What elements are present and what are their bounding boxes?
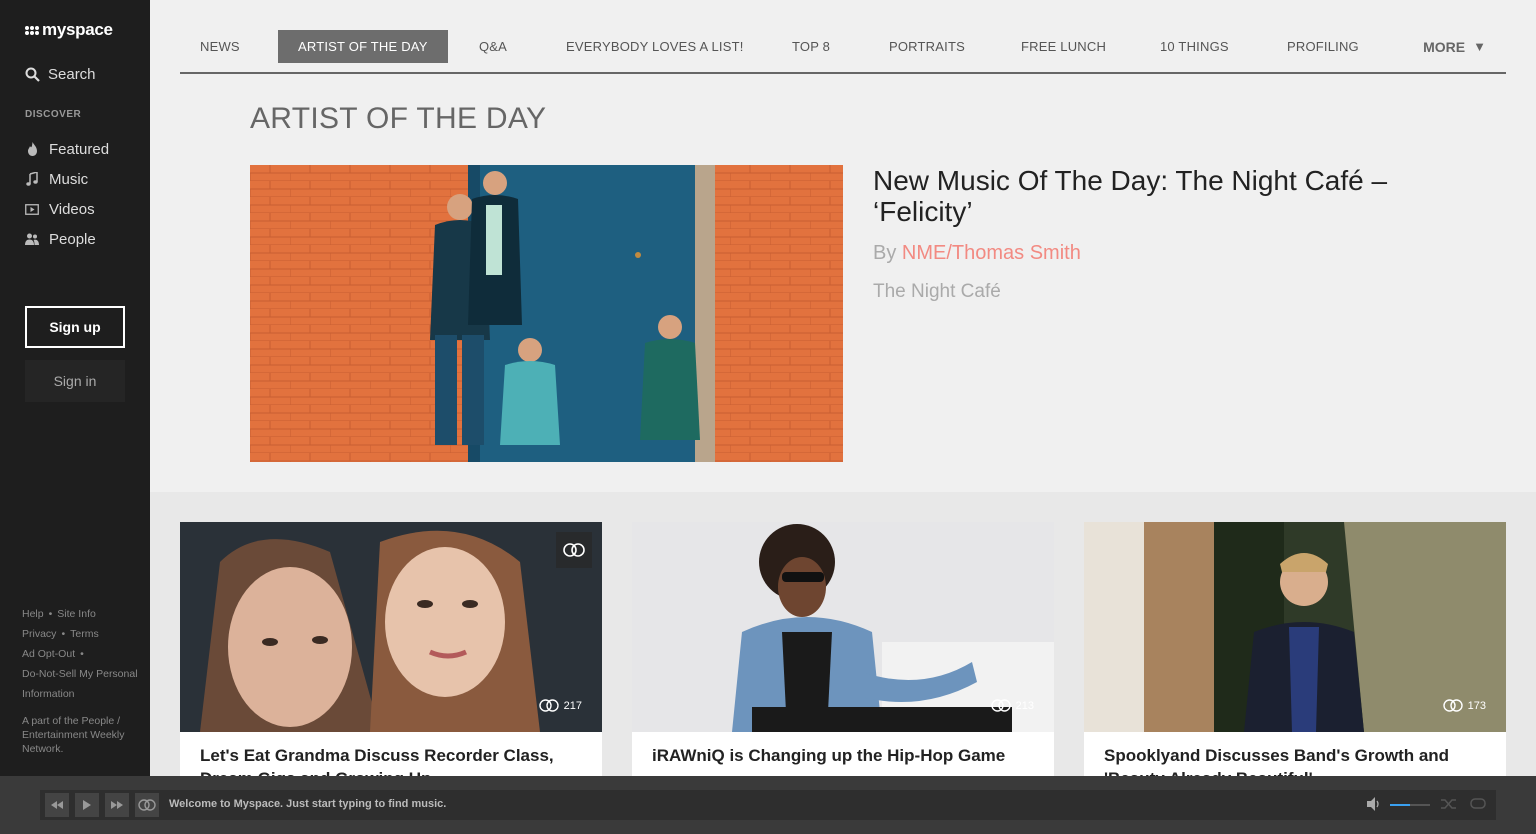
connect-button[interactable] — [135, 793, 159, 817]
tab-everybody-loves-a-list[interactable]: EVERYBODY LOVES A LIST! — [546, 30, 764, 63]
sidebar-item-featured[interactable]: Featured — [25, 134, 109, 164]
music-note-icon — [25, 172, 39, 186]
search-icon — [25, 67, 40, 82]
tab-10-things[interactable]: 10 THINGS — [1140, 30, 1249, 63]
count-value: 217 — [563, 699, 582, 712]
article-card[interactable]: 213 iRAWniQ is Changing up the Hip-Hop G… — [632, 522, 1054, 776]
player-bar: Welcome to Myspace. Just start typing to… — [40, 790, 1496, 820]
card-title[interactable]: Let's Eat Grandma Discuss Recorder Class… — [200, 744, 590, 776]
volume-slider[interactable] — [1390, 804, 1430, 806]
feature-byline: By NME/Thomas Smith — [873, 242, 1081, 265]
tab-top-8[interactable]: TOP 8 — [772, 30, 850, 63]
count-value: 173 — [1467, 699, 1486, 712]
do-not-sell-link[interactable]: Do-Not-Sell My Personal Information — [22, 668, 138, 700]
discover-heading: DISCOVER — [25, 109, 82, 120]
volume-fill — [1390, 804, 1410, 806]
play-icon — [83, 800, 91, 810]
site-info-link[interactable]: Site Info — [57, 608, 96, 620]
player-message: Welcome to Myspace. Just start typing to… — [169, 798, 447, 810]
search-label: Search — [48, 66, 96, 83]
fast-forward-icon — [111, 801, 123, 809]
sidebar-item-label: Music — [49, 170, 89, 188]
help-link[interactable]: Help — [22, 608, 44, 620]
card-title[interactable]: Spooklyand Discusses Band's Growth and '… — [1104, 744, 1494, 776]
article-card[interactable]: 173 Spooklyand Discusses Band's Growth a… — [1084, 522, 1506, 776]
flame-icon — [25, 142, 39, 156]
repeat-icon — [1470, 798, 1486, 809]
count-value: 213 — [1015, 699, 1034, 712]
people-icon — [25, 233, 39, 245]
view-count: 173 — [1442, 699, 1486, 712]
sidebar-item-people[interactable]: People — [25, 224, 109, 254]
tab-qa[interactable]: Q&A — [459, 30, 527, 63]
view-count: 213 — [990, 699, 1034, 712]
page-title: ARTIST OF THE DAY — [250, 102, 547, 135]
band-photo — [250, 165, 843, 462]
caret-down-icon: ▼ — [1473, 39, 1486, 54]
view-count: 217 — [538, 699, 582, 712]
more-label: MORE — [1423, 38, 1466, 55]
network-note: A part of the People / Entertainment Wee… — [22, 715, 125, 755]
connect-icon — [1442, 699, 1463, 712]
card-title[interactable]: iRAWniQ is Changing up the Hip-Hop Game — [652, 744, 1042, 767]
myspace-logo[interactable]: myspace — [25, 20, 113, 40]
sidebar-item-music[interactable]: Music — [25, 164, 109, 194]
gallery-icon — [556, 532, 592, 568]
tab-profiling[interactable]: PROFILING — [1267, 30, 1379, 63]
rewind-icon — [51, 801, 63, 809]
volume-icon — [1367, 797, 1379, 811]
artist-link[interactable]: The Night Café — [873, 281, 1001, 303]
volume-button[interactable] — [1367, 797, 1381, 816]
byline-prefix: By — [873, 242, 897, 264]
repeat-button[interactable] — [1470, 797, 1486, 816]
shuffle-icon — [1441, 799, 1456, 809]
connect-icon — [990, 699, 1011, 712]
logo-text: myspace — [42, 20, 113, 39]
sidebar: myspace Search DISCOVER Featured Music V… — [0, 0, 150, 776]
search-button[interactable]: Search — [25, 66, 96, 83]
footer-links: Help • Site Info Privacy • Terms Ad Opt-Out •… — [22, 608, 138, 700]
sidebar-item-videos[interactable]: Videos — [25, 194, 109, 224]
feature-title[interactable]: New Music Of The Day: The Night Café – ‘… — [873, 165, 1473, 227]
logo-icon — [25, 25, 39, 35]
more-menu-button[interactable]: MORE ▼ — [1423, 30, 1486, 63]
connect-icon — [538, 699, 559, 712]
tab-portraits[interactable]: PORTRAITS — [869, 30, 985, 63]
discover-nav: Featured Music Videos People — [25, 134, 109, 254]
sidebar-item-label: People — [49, 230, 96, 248]
category-nav: NEWS ARTIST OF THE DAY Q&A EVERYBODY LOV… — [180, 30, 1506, 74]
feature-image[interactable] — [250, 165, 843, 462]
signin-button[interactable]: Sign in — [25, 360, 125, 402]
sidebar-item-label: Videos — [49, 200, 95, 218]
author-link[interactable]: NME/Thomas Smith — [902, 242, 1081, 264]
privacy-link[interactable]: Privacy — [22, 628, 56, 640]
next-button[interactable] — [105, 793, 129, 817]
music-player: Welcome to Myspace. Just start typing to… — [0, 776, 1536, 834]
shuffle-button[interactable] — [1441, 797, 1457, 816]
tab-free-lunch[interactable]: FREE LUNCH — [1001, 30, 1126, 63]
tab-news[interactable]: NEWS — [180, 30, 260, 63]
article-card[interactable]: 217 Let's Eat Grandma Discuss Recorder C… — [180, 522, 602, 776]
signup-button[interactable]: Sign up — [25, 306, 125, 348]
previous-button[interactable] — [45, 793, 69, 817]
tab-artist-of-the-day[interactable]: ARTIST OF THE DAY — [278, 30, 448, 63]
terms-link[interactable]: Terms — [70, 628, 99, 640]
ad-opt-out-link[interactable]: Ad Opt-Out — [22, 648, 75, 660]
play-button[interactable] — [75, 793, 99, 817]
sidebar-item-label: Featured — [49, 140, 110, 158]
video-icon — [25, 203, 39, 215]
connect-icon — [138, 799, 156, 811]
